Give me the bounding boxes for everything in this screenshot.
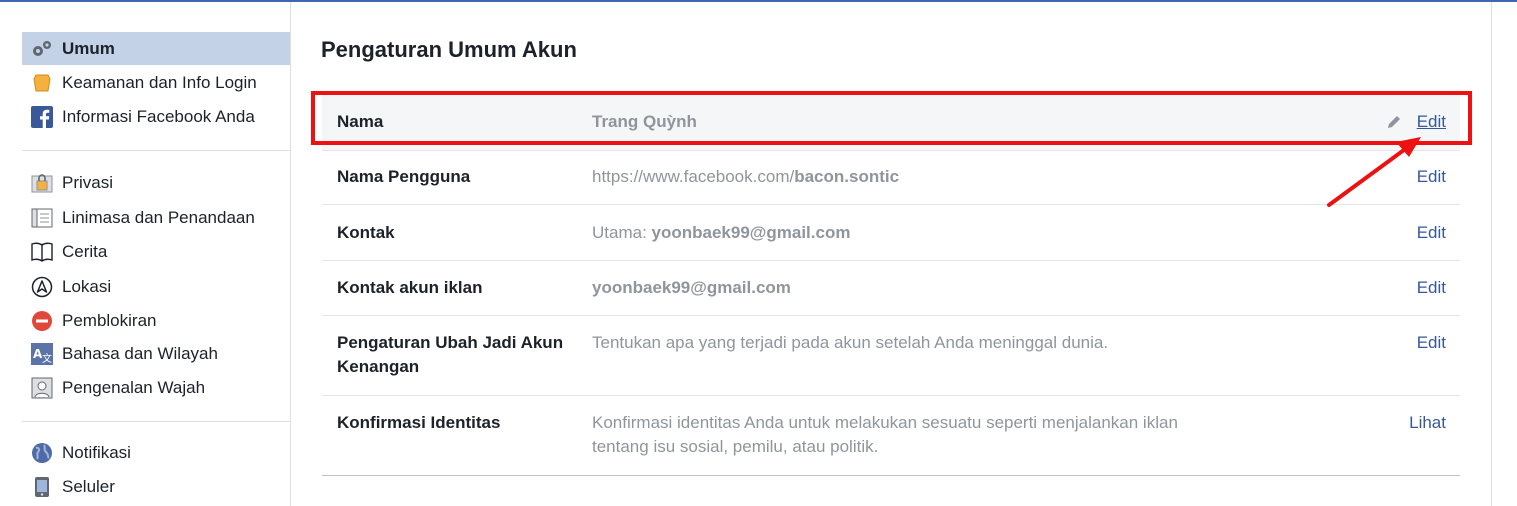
sidebar-item-language[interactable]: A文 Bahasa dan Wilayah [22,337,290,370]
row-value: https://www.facebook.com/bacon.sontic [592,165,1232,189]
sidebar-item-label: Seluler [62,476,115,496]
highlight-box [311,91,1472,145]
sidebar-item-label: Keamanan dan Info Login [62,72,257,92]
sidebar-item-label: Lokasi [62,276,112,296]
contact-email: yoonbaek99@gmail.com [651,223,851,242]
contact-prefix: Utama: [592,223,652,242]
username-url-prefix: https://www.facebook.com/ [592,167,795,186]
sidebar-item-label: Pengenalan Wajah [62,377,206,397]
username-value: bacon.sontic [794,167,900,186]
svg-text:文: 文 [42,352,52,365]
edit-ad-contact-link[interactable]: Edit [1417,276,1446,300]
settings-sidebar: Umum Keamanan dan Info Login Informasi F… [0,2,291,506]
sidebar-item-label: Cerita [62,241,108,261]
row-value: Utama: yoonbaek99@gmail.com [592,221,1232,245]
sidebar-item-stories[interactable]: Cerita [22,235,290,268]
settings-row-username[interactable]: Nama Pengguna https://www.facebook.com/b… [322,150,1460,205]
facebook-icon [31,105,53,128]
ad-contact-email: yoonbaek99@gmail.com [592,278,791,297]
sidebar-item-security[interactable]: Keamanan dan Info Login [22,66,290,99]
row-value: Tentukan apa yang terjadi pada akun sete… [592,333,1109,352]
shield-badge-icon [31,72,53,94]
sidebar-item-label: Privasi [62,172,114,192]
book-icon [31,241,53,263]
face-icon [31,377,53,399]
settings-row-identity-confirmation[interactable]: Konfirmasi Identitas Konfirmasi identita… [322,396,1460,476]
page-title: Pengaturan Umum Akun [321,37,577,62]
sidebar-divider [22,150,290,151]
sidebar-item-label: Notifikasi [62,442,131,462]
row-value: Konfirmasi identitas Anda untuk melakuka… [592,413,1178,456]
row-label: Pengaturan Ubah Jadi Akun Kenangan [337,333,564,376]
sidebar-item-facebook-info[interactable]: Informasi Facebook Anda [22,100,290,133]
content-right-border [1491,2,1492,506]
sidebar-item-label: Informasi Facebook Anda [62,106,255,126]
sidebar-item-label: Linimasa dan Penandaan [62,207,255,227]
sidebar-item-label: Bahasa dan Wilayah [62,343,218,363]
block-icon [31,310,53,332]
sidebar-item-blocking[interactable]: Pemblokiran [22,304,290,337]
sidebar-item-mobile[interactable]: Seluler [22,470,290,503]
edit-username-link[interactable]: Edit [1417,165,1446,189]
sidebar-item-umum[interactable]: Umum [22,32,290,65]
sidebar-item-notifications[interactable]: Notifikasi [22,436,290,469]
edit-memorialization-link[interactable]: Edit [1417,331,1446,355]
sidebar-divider [22,421,290,422]
gears-icon [31,38,53,60]
settings-row-contact[interactable]: Kontak Utama: yoonbaek99@gmail.com Edit [322,205,1460,261]
lock-icon [31,172,53,194]
timeline-icon [31,207,53,229]
sidebar-item-location[interactable]: Lokasi [22,270,290,303]
row-label: Kontak akun iklan [337,278,483,297]
mobile-icon [31,476,53,498]
row-label: Konfirmasi Identitas [337,413,501,432]
sidebar-item-face-recognition[interactable]: Pengenalan Wajah [22,371,290,404]
row-value: yoonbaek99@gmail.com [592,276,1232,300]
row-label: Nama Pengguna [337,167,471,186]
settings-row-ad-contact[interactable]: Kontak akun iklan yoonbaek99@gmail.com E… [322,261,1460,316]
view-identity-link[interactable]: Lihat [1409,411,1446,435]
edit-contact-link[interactable]: Edit [1417,221,1446,245]
sidebar-item-privacy[interactable]: Privasi [22,166,290,199]
sidebar-item-label: Umum [62,38,115,58]
globe-icon [31,442,53,464]
sidebar-item-label: Pemblokiran [62,310,157,330]
sidebar-item-timeline[interactable]: Linimasa dan Penandaan [22,201,290,234]
row-label: Kontak [337,223,395,242]
location-icon [31,276,53,298]
language-icon: A文 [31,342,53,365]
settings-row-memorialization[interactable]: Pengaturan Ubah Jadi Akun Kenangan Tentu… [322,316,1460,396]
